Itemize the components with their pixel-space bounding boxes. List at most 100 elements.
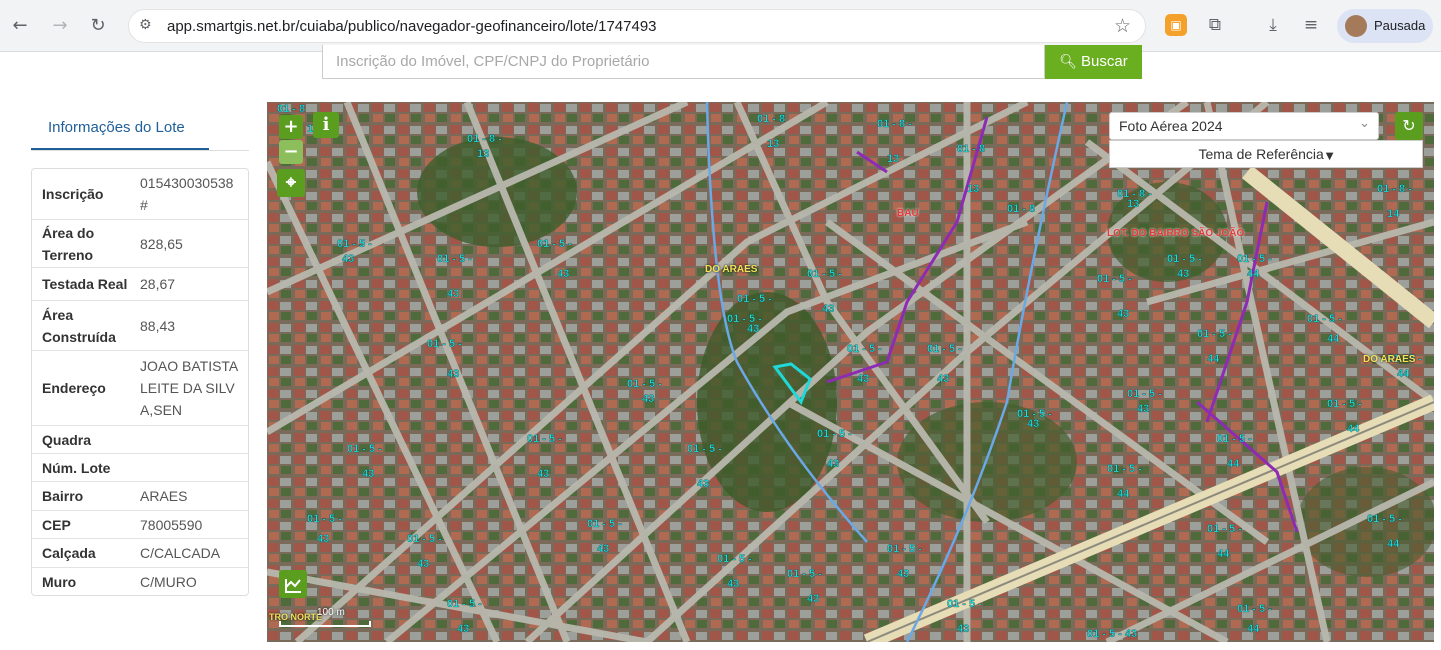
field-label: Endereço (42, 380, 106, 396)
svg-text:43: 43 (457, 623, 469, 635)
field-value: 28,67 (140, 276, 176, 292)
url-text[interactable]: app.smartgis.net.br/cuiaba/publico/naveg… (167, 18, 657, 35)
field-label: Testada Real (42, 276, 128, 292)
svg-text:01 - 5 -: 01 - 5 - (887, 543, 922, 555)
svg-text:43: 43 (1137, 403, 1149, 415)
scale-label: 100 m (317, 607, 345, 618)
svg-text:43: 43 (417, 558, 429, 570)
download-icon[interactable]: ⤓ (1262, 14, 1284, 36)
svg-text:01 - 8 -: 01 - 8 - (1377, 183, 1412, 195)
info-row-inscricao: Inscrição 015430030538# (32, 169, 248, 220)
field-label: Quadra (42, 431, 92, 448)
legend-button[interactable] (279, 570, 307, 598)
search-icon: 🔍︎ (1059, 54, 1078, 70)
back-arrow-icon[interactable]: ← (8, 12, 32, 40)
svg-text:01 - 8 -: 01 - 8 - (467, 133, 502, 145)
svg-text:14: 14 (1387, 208, 1400, 220)
map-label-do-araes-right: DO ARAES (1363, 354, 1416, 365)
svg-text:01 - 8: 01 - 8 (957, 143, 985, 155)
svg-text:01 - 5 -: 01 - 5 - (807, 268, 842, 280)
svg-text:43: 43 (957, 623, 969, 635)
map-label-do-araes: DO ARAES (705, 264, 758, 275)
scale-bar: 100 m (273, 607, 373, 631)
reference-theme-dropdown[interactable]: Tema de Referência ▼ (1109, 140, 1423, 168)
svg-text:01 - 5 -: 01 - 5 - (1107, 463, 1142, 475)
address-bar[interactable]: ⚙ app.smartgis.net.br/cuiaba/publico/nav… (128, 9, 1146, 43)
puzzle-extensions-icon[interactable]: ⧉ (1204, 14, 1226, 36)
svg-text:01 - 5 -: 01 - 5 - (717, 553, 752, 565)
svg-text:01 - 5 -: 01 - 5 - (927, 343, 962, 355)
info-row-quadra: Quadra (32, 426, 248, 454)
search-button[interactable]: 🔍︎ Buscar (1045, 45, 1142, 79)
svg-text:01 - 5 -: 01 - 5 - (1237, 253, 1272, 265)
svg-text:01 - 8 -: 01 - 8 - (877, 118, 912, 130)
svg-text:01 - 5 -: 01 - 5 - (337, 238, 372, 250)
svg-text:13: 13 (887, 153, 899, 165)
svg-text:01 - 5 -: 01 - 5 - (447, 598, 482, 610)
map-label-bau: BAU (897, 208, 919, 219)
info-row-muro: Muro C/MURO (32, 568, 248, 595)
svg-text:44: 44 (1327, 333, 1340, 345)
svg-text:43: 43 (1027, 418, 1039, 430)
svg-text:43: 43 (447, 288, 459, 300)
info-row-cep: CEP 78005590 (32, 511, 248, 539)
map-label-lot-bairro: LOT. DO BAIRRO SÃO JOÃO (1107, 228, 1245, 239)
locate-icon[interactable]: ⌖ (277, 169, 305, 197)
reload-icon[interactable]: ↻ (86, 12, 110, 40)
svg-text:01 - 5 -: 01 - 5 - (1307, 313, 1342, 325)
zoom-in-button[interactable]: + (279, 115, 303, 139)
svg-text:01 - 5 -: 01 - 5 - (1327, 398, 1362, 410)
svg-text:01 - 5 -: 01 - 5 - (427, 338, 462, 350)
svg-text:01 - 5 -: 01 - 5 - (307, 513, 342, 525)
extension-icon[interactable]: ▣ (1165, 14, 1187, 36)
bookmark-star-icon[interactable]: ☆ (1114, 15, 1131, 37)
field-label: Área Construída (42, 306, 116, 345)
profile-label: Pausada (1374, 18, 1426, 33)
lot-info-table: Inscrição 015430030538# Área do Terreno … (31, 168, 249, 596)
search-input[interactable] (323, 45, 1044, 78)
svg-text:43: 43 (447, 368, 459, 380)
info-icon[interactable]: i (313, 112, 339, 138)
svg-text:44: 44 (1117, 488, 1130, 500)
svg-text:01 - 5 -: 01 - 5 - (1217, 433, 1252, 445)
svg-text:43: 43 (827, 458, 839, 470)
svg-text:43: 43 (642, 393, 654, 405)
info-row-num-lote: Núm. Lote (32, 454, 248, 482)
svg-text:44: 44 (1347, 423, 1360, 435)
svg-text:01 - 5 - 43: 01 - 5 - 43 (1087, 628, 1137, 640)
svg-text:01 - 5 -: 01 - 5 - (627, 378, 662, 390)
field-value: C/MURO (140, 573, 197, 590)
svg-text:01 - 8: 01 - 8 (757, 113, 785, 125)
svg-text:43: 43 (822, 303, 834, 315)
svg-text:43: 43 (557, 268, 569, 280)
svg-text:43: 43 (537, 468, 549, 480)
svg-text:44: 44 (1207, 353, 1220, 365)
field-value: C/CALCADA (140, 545, 221, 561)
svg-text:43: 43 (807, 593, 819, 605)
info-row-testada: Testada Real 28,67 (32, 268, 248, 301)
field-value: 828,65 (140, 235, 183, 252)
svg-text:01 - 5 -: 01 - 5 - (787, 568, 822, 580)
refresh-icon[interactable]: ↻ (1395, 112, 1423, 140)
media-control-icon[interactable]: ≡ (1300, 14, 1322, 36)
svg-text:43: 43 (317, 533, 329, 545)
tab-informacoes-lote[interactable]: Informações do Lote (31, 106, 209, 150)
profile-button[interactable]: Pausada (1337, 9, 1433, 43)
svg-text:44: 44 (1247, 268, 1260, 280)
svg-text:01 - 5 -: 01 - 5 - (1167, 253, 1202, 265)
svg-text:01 - 5 -: 01 - 5 - (1207, 523, 1242, 535)
forward-arrow-icon[interactable]: → (48, 12, 72, 40)
svg-text:01 - 5 -: 01 - 5 - (1367, 513, 1402, 525)
base-layer-select[interactable]: Foto Aérea 2024 ⌄ (1109, 112, 1379, 140)
svg-text:01 - 5 -: 01 - 5 - (847, 343, 882, 355)
info-row-area-construida: Área Construída 88,43 (32, 301, 248, 351)
caret-down-icon: ▼ (1325, 151, 1334, 162)
svg-text:43: 43 (342, 253, 354, 265)
site-settings-icon[interactable]: ⚙ (139, 17, 157, 35)
aerial-map[interactable]: 01 - 813 01 - 8 -13 01 - 813 01 - 8 -13 … (267, 102, 1434, 642)
svg-text:01 - 5 -: 01 - 5 - (347, 443, 382, 455)
avatar (1345, 15, 1367, 37)
zoom-out-button[interactable]: − (279, 140, 303, 164)
field-label: Muro (42, 573, 77, 590)
map-imagery[interactable]: 01 - 813 01 - 8 -13 01 - 813 01 - 8 -13 … (267, 102, 1434, 642)
